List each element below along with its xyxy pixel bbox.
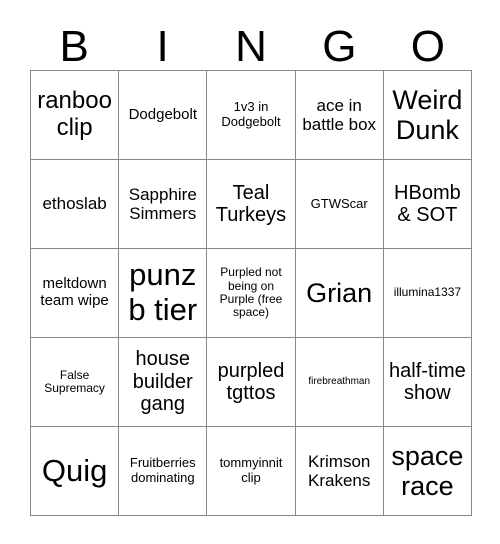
bingo-grid: ranboo clip Dodgebolt 1v3 in Dodgebolt ace … [30, 70, 472, 516]
bingo-cell-label: GTWScar [310, 195, 368, 211]
bingo-cell-r4-c4[interactable]: firebreathman [295, 338, 384, 427]
bingo-cell-r2-c4[interactable]: GTWScar [295, 160, 384, 249]
bingo-cell-r5-c1[interactable]: Quig [31, 427, 120, 516]
bingo-header-letter-i: I [156, 22, 169, 71]
bingo-cell-label: purpled tgttos [217, 359, 285, 404]
bingo-cell-r4-c1[interactable]: False Supremacy [31, 338, 120, 427]
bingo-cell-label: HBomb & SOT [394, 181, 461, 226]
bingo-cell-r1-c1[interactable]: ranboo clip [31, 71, 120, 160]
bingo-cell-label: Teal Turkeys [215, 181, 287, 226]
bingo-cell-r4-c3[interactable]: purpled tgttos [207, 338, 296, 427]
bingo-cell-r1-c3[interactable]: 1v3 in Dodgebolt [207, 71, 296, 160]
bingo-cell-label: Dodgebolt [128, 105, 197, 123]
bingo-cell-label: tommyinnit clip [219, 455, 283, 485]
bingo-cell-label: ethoslab [42, 194, 107, 214]
bingo-cell-r4-c5[interactable]: half-time show [383, 338, 472, 427]
bingo-header-letter-b: B [59, 22, 89, 71]
bingo-cell-label: space race [391, 440, 464, 501]
bingo-cell-r1-c5[interactable]: Weird Dunk [383, 71, 472, 160]
bingo-cell-label: illumina1337 [393, 285, 462, 300]
bingo-cell-label: ranboo clip [37, 87, 112, 141]
bingo-header-letter-n: N [235, 22, 267, 71]
bingo-cell-label: ace in battle box [302, 95, 377, 134]
bingo-header-letter-g: G [322, 22, 357, 71]
bingo-cell-free-space[interactable]: Purpled not being on Purple (free space) [207, 249, 296, 338]
bingo-cell-r2-c5[interactable]: HBomb & SOT [383, 160, 472, 249]
bingo-cell-r3-c2[interactable]: punz b tier [119, 249, 208, 338]
bingo-cell-r4-c2[interactable]: house builder gang [119, 338, 208, 427]
bingo-cell-r5-c2[interactable]: Fruitberries dominating [119, 427, 208, 516]
bingo-cell-label: Fruitberries dominating [129, 455, 196, 485]
bingo-cell-label: house builder gang [132, 348, 193, 416]
bingo-header-row: BINGO [30, 18, 472, 70]
bingo-cell-r2-c2[interactable]: Sapphire Simmers [119, 160, 208, 249]
bingo-cell-r2-c1[interactable]: ethoslab [31, 160, 120, 249]
bingo-header-letter-o: O [410, 22, 445, 71]
bingo-cell-label: punz b tier [128, 257, 198, 327]
bingo-cell-label: meltdown team wipe [40, 275, 109, 309]
bingo-cell-r5-c5[interactable]: space race [383, 427, 472, 516]
bingo-cell-r3-c5[interactable]: illumina1337 [383, 249, 472, 338]
bingo-cell-label: half-time show [389, 359, 466, 404]
bingo-cell-label: firebreathman [308, 376, 371, 388]
bingo-cell-label: Purpled not being on Purple (free space) [219, 265, 283, 320]
bingo-cell-r3-c1[interactable]: meltdown team wipe [31, 249, 120, 338]
bingo-cell-label: Sapphire Simmers [128, 184, 197, 223]
bingo-card: B I N G O ranboo clip Dodgebolt 1v3 in Dodgebo… [0, 0, 500, 544]
bingo-cell-r5-c3[interactable]: tommyinnit clip [207, 427, 296, 516]
bingo-cell-label: False Supremacy [44, 367, 105, 395]
bingo-cell-label: 1v3 in Dodgebolt [221, 99, 281, 129]
bingo-cell-r1-c4[interactable]: ace in battle box [295, 71, 384, 160]
bingo-cell-r2-c3[interactable]: Teal Turkeys [207, 160, 296, 249]
bingo-cell-r5-c4[interactable]: Krimson Krakens [295, 427, 384, 516]
bingo-cell-label: Krimson Krakens [308, 451, 371, 490]
bingo-cell-r3-c4[interactable]: Grian [295, 249, 384, 338]
bingo-cell-r1-c2[interactable]: Dodgebolt [119, 71, 208, 160]
bingo-cell-label: Weird Dunk [392, 84, 463, 145]
bingo-cell-label: Grian [306, 277, 373, 308]
bingo-cell-label: Quig [41, 452, 108, 488]
